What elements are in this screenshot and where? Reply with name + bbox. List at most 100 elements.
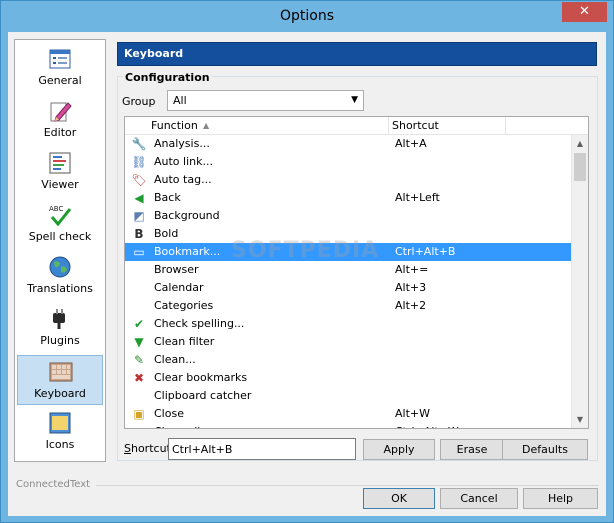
spell-check-icon: ✔ xyxy=(133,317,145,331)
row-function: Close all xyxy=(154,425,200,428)
sidebar-item-icons[interactable]: Icons xyxy=(17,407,103,457)
row-function: Browser xyxy=(154,263,199,276)
bold-icon: B xyxy=(134,227,144,241)
scroll-up-icon[interactable]: ▲ xyxy=(572,135,588,152)
table-row[interactable]: Clipboard catcher xyxy=(125,387,572,405)
row-shortcut: Alt+2 xyxy=(395,299,427,312)
row-icon-empty xyxy=(131,280,147,296)
sidebar-item-general[interactable]: General xyxy=(17,43,103,93)
dialog-body: General Editor Viewer ABC Spell check Tr… xyxy=(8,32,606,516)
shortcut-input-value: Ctrl+Alt+B xyxy=(172,443,233,456)
row-function: Auto link... xyxy=(154,155,213,168)
row-icon-empty xyxy=(131,388,147,404)
list-rows: 🔧 Analysis... Alt+A ⛓ Auto link... 🏷 Auto tag.… xyxy=(125,135,572,428)
sidebar-item-label: Spell check xyxy=(28,230,92,243)
icons-icon xyxy=(49,412,71,434)
analysis-icon: 🔧 xyxy=(131,137,147,151)
sidebar-item-keyboard[interactable]: Keyboard xyxy=(17,355,103,405)
row-function: Back xyxy=(154,191,181,204)
table-row[interactable]: Calendar Alt+3 xyxy=(125,279,572,297)
table-row[interactable]: ✖ Clear bookmarks xyxy=(125,369,572,387)
table-row[interactable]: ✎ Clean... xyxy=(125,351,572,369)
clear-bookmarks-icon: ✖ xyxy=(133,371,145,385)
panel-header: Keyboard xyxy=(117,42,597,66)
table-row[interactable]: B Bold xyxy=(125,225,572,243)
sidebar-item-label: Keyboard xyxy=(34,387,86,400)
sidebar-item-label: Editor xyxy=(43,126,77,139)
help-button[interactable]: Help xyxy=(523,488,598,509)
column-header-shortcut[interactable]: Shortcut xyxy=(392,119,439,132)
svg-text:ABC: ABC xyxy=(49,205,63,213)
defaults-button[interactable]: Defaults xyxy=(502,439,588,460)
close-button[interactable]: ✕ xyxy=(562,2,607,22)
table-row[interactable]: ⛓ Auto link... xyxy=(125,153,572,171)
table-row[interactable]: 🏷 Auto tag... xyxy=(125,171,572,189)
row-function: Clean... xyxy=(154,353,196,366)
table-row[interactable]: Categories Alt+2 xyxy=(125,297,572,315)
row-function: Check spelling... xyxy=(154,317,245,330)
sidebar-item-translations[interactable]: Translations xyxy=(17,251,103,301)
viewer-icon xyxy=(49,152,71,174)
sidebar-item-label: Icons xyxy=(45,438,75,451)
row-function: Clipboard catcher xyxy=(154,389,252,402)
category-sidebar: General Editor Viewer ABC Spell check Tr… xyxy=(14,39,106,462)
sidebar-item-viewer[interactable]: Viewer xyxy=(17,147,103,197)
cancel-button[interactable]: Cancel xyxy=(440,488,518,509)
sidebar-item-label: Translations xyxy=(27,282,93,295)
shortcut-label: Shortcut xyxy=(124,442,171,455)
function-list[interactable]: Function ▲ Shortcut 🔧 Analysis... Alt+A ⛓ Au… xyxy=(124,116,589,429)
ok-button[interactable]: OK xyxy=(363,488,435,509)
row-function: Analysis... xyxy=(154,137,210,150)
row-shortcut: Alt+Left xyxy=(395,191,440,204)
table-row[interactable]: ✔ Check spelling... xyxy=(125,315,572,333)
row-shortcut: Alt+= xyxy=(395,263,429,276)
vertical-scrollbar[interactable]: ▲ ▼ xyxy=(571,135,588,428)
column-header-function[interactable]: Function xyxy=(151,119,198,132)
background-icon: ◩ xyxy=(133,209,145,223)
row-function: Background xyxy=(154,209,220,222)
table-row[interactable]: Close all Ctrl+Alt+W xyxy=(125,423,572,428)
options-window: Options ✕ General Editor Viewer ABC Spel… xyxy=(0,0,614,523)
sidebar-item-editor[interactable]: Editor xyxy=(17,95,103,145)
scroll-down-icon[interactable]: ▼ xyxy=(572,411,588,428)
scroll-thumb[interactable] xyxy=(574,153,586,181)
apply-button[interactable]: Apply xyxy=(363,439,435,460)
group-dropdown-value: All xyxy=(173,94,187,107)
globe-icon xyxy=(49,256,71,278)
table-row[interactable]: ▣ Close Alt+W xyxy=(125,405,572,423)
table-row[interactable]: ▼ Clean filter xyxy=(125,333,572,351)
table-row[interactable]: ▭ Bookmark... Ctrl+Alt+B xyxy=(125,243,572,261)
configuration-title: Configuration xyxy=(123,71,212,84)
list-header: Function ▲ Shortcut xyxy=(125,117,588,135)
sidebar-item-label: General xyxy=(38,74,82,87)
sort-ascending-icon: ▲ xyxy=(203,121,210,130)
sidebar-item-label: Plugins xyxy=(40,334,80,347)
sidebar-item-plugins[interactable]: Plugins xyxy=(17,303,103,353)
table-row[interactable]: ◀ Back Alt+Left xyxy=(125,189,572,207)
shortcut-input[interactable]: Ctrl+Alt+B xyxy=(168,438,356,460)
table-row[interactable]: 🔧 Analysis... Alt+A xyxy=(125,135,572,153)
row-icon-empty xyxy=(131,424,147,428)
keyboard-icon xyxy=(49,362,73,382)
table-row[interactable]: Browser Alt+= xyxy=(125,261,572,279)
row-function: Clear bookmarks xyxy=(154,371,248,384)
table-row[interactable]: ◩ Background xyxy=(125,207,572,225)
row-function: Bookmark... xyxy=(154,245,221,258)
column-divider[interactable] xyxy=(505,117,506,135)
group-dropdown[interactable]: All ▼ xyxy=(167,90,364,111)
row-shortcut: Alt+A xyxy=(395,137,427,150)
back-arrow-icon: ◀ xyxy=(134,191,144,205)
row-function: Bold xyxy=(154,227,179,240)
erase-button[interactable]: Erase xyxy=(440,439,504,460)
panel-title: Keyboard xyxy=(124,47,184,60)
column-divider[interactable] xyxy=(388,117,389,135)
title-bar[interactable]: Options ✕ xyxy=(1,1,613,32)
row-shortcut: Ctrl+Alt+W xyxy=(395,425,459,428)
row-shortcut: Ctrl+Alt+B xyxy=(395,245,456,258)
general-icon xyxy=(49,49,71,69)
app-brand: ConnectedText xyxy=(16,479,91,490)
row-function: Clean filter xyxy=(154,335,215,348)
sidebar-item-spell-check[interactable]: ABC Spell check xyxy=(17,199,103,249)
row-icon-empty xyxy=(131,262,147,278)
bookmark-icon: ▭ xyxy=(133,245,145,259)
